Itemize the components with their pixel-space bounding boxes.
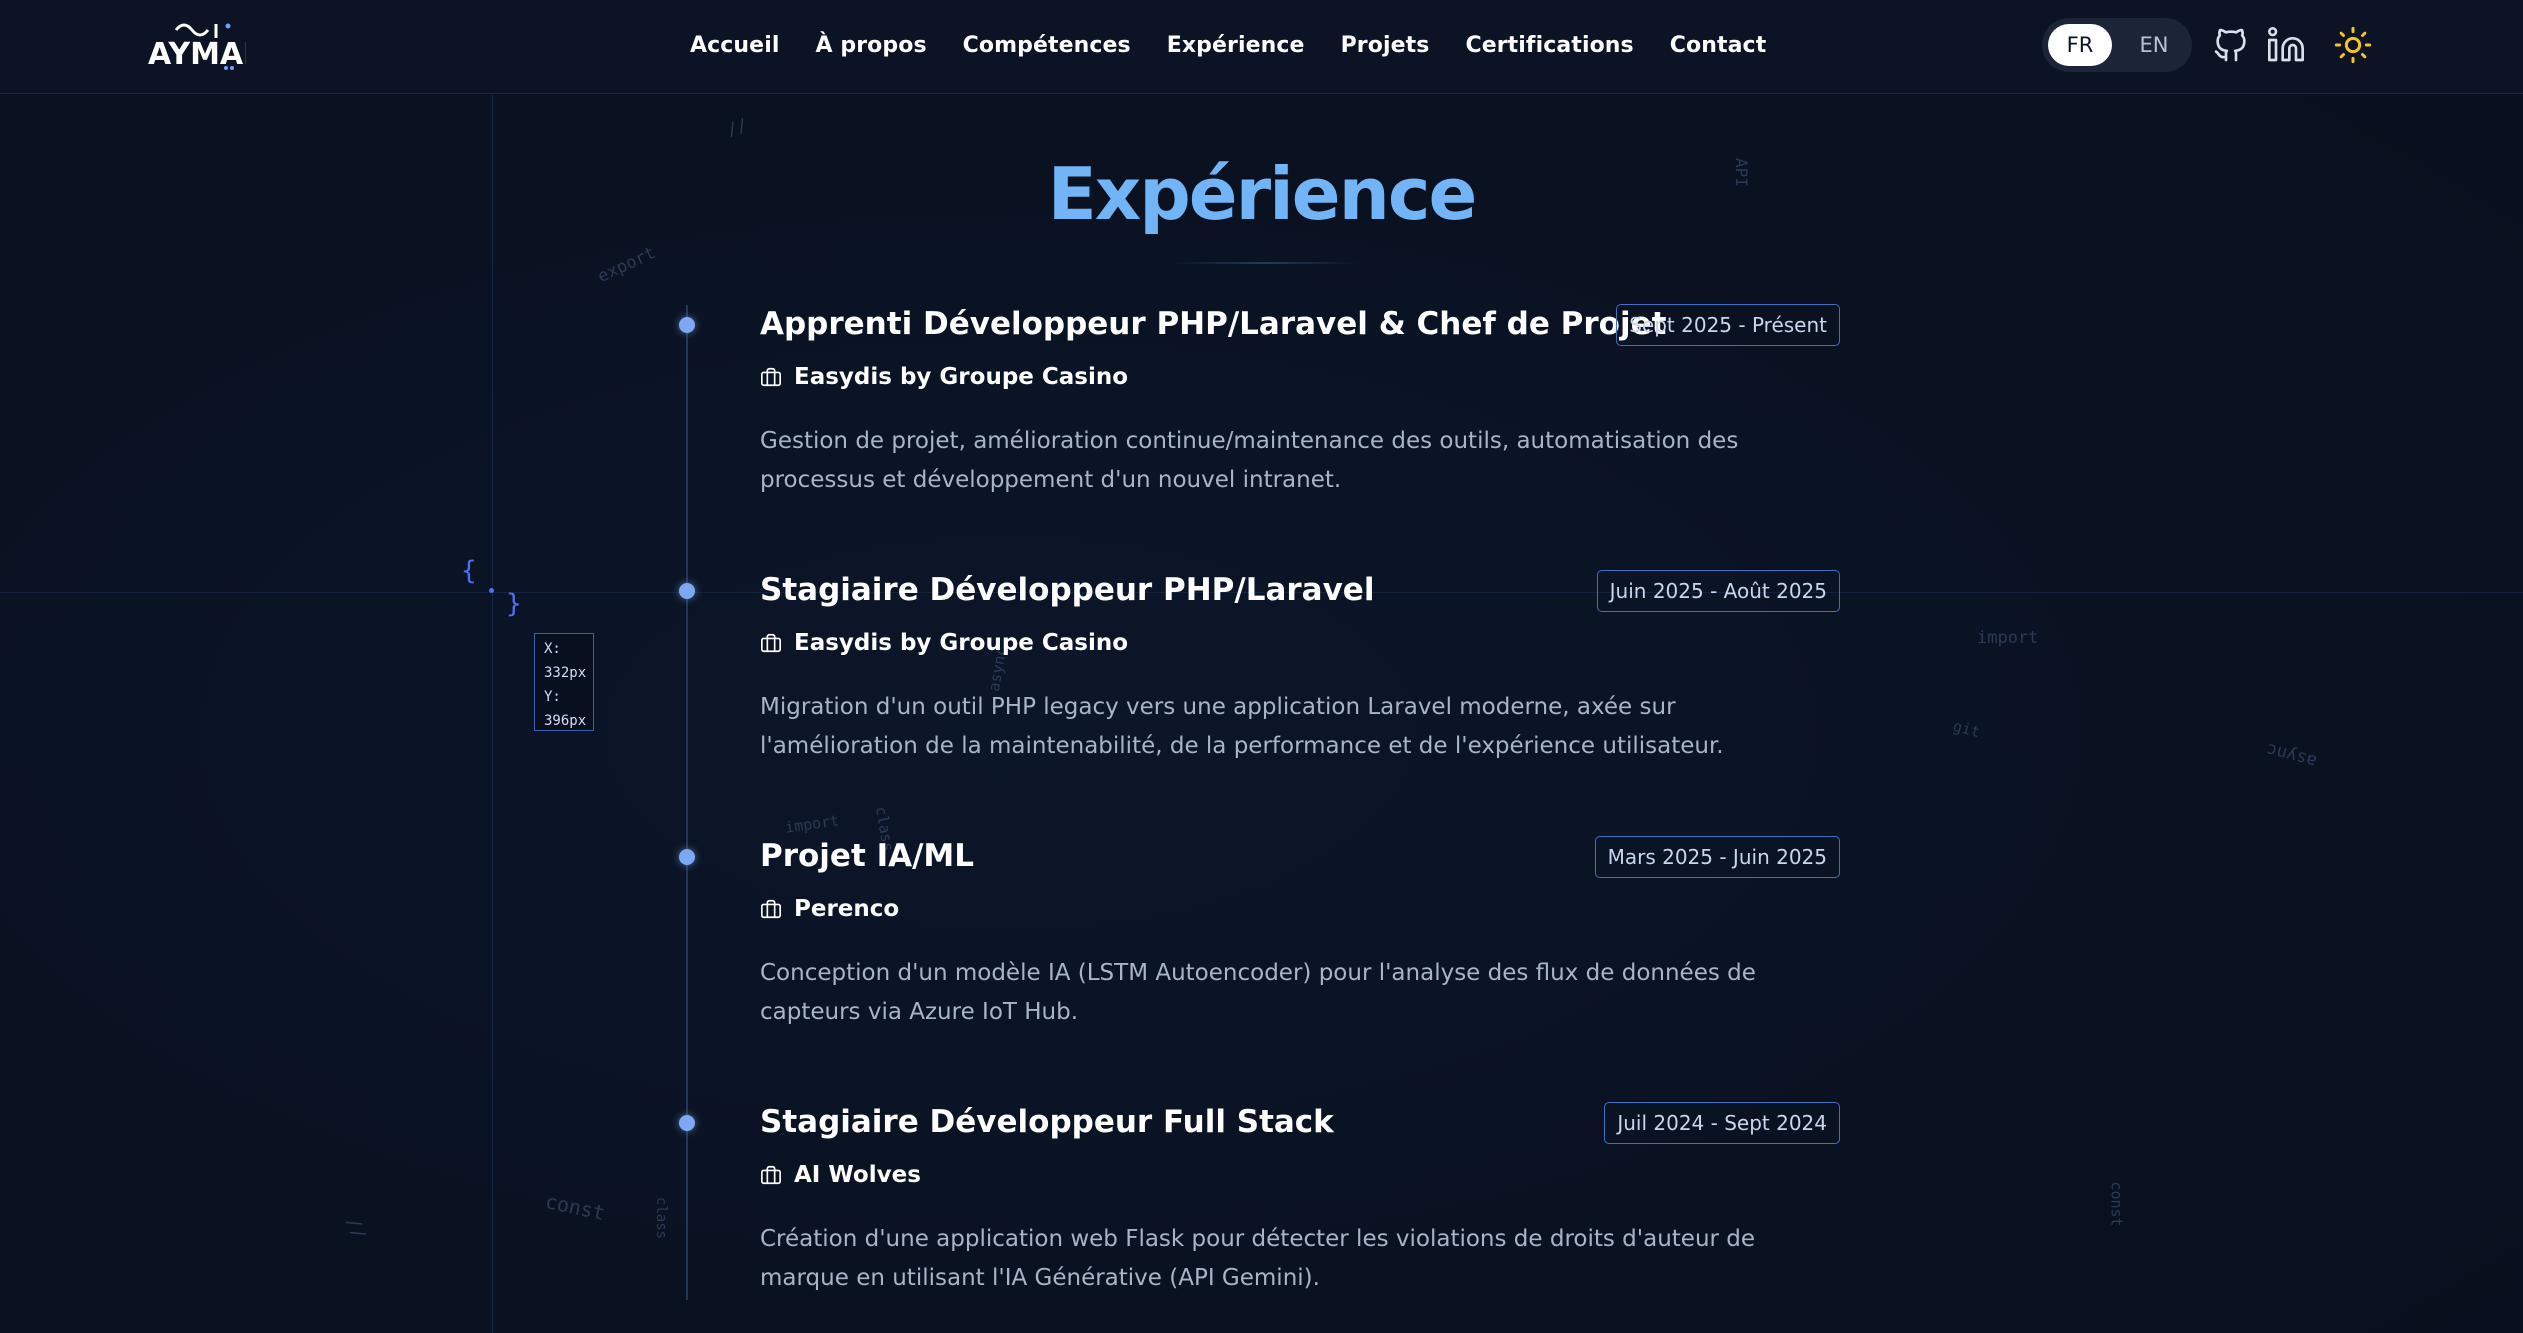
- experience-description: Création d'une application web Flask pou…: [760, 1226, 1756, 1291]
- timeline-dot: [679, 583, 695, 599]
- experience-date-badge: Juin 2025 - Août 2025: [1596, 570, 1840, 612]
- experience-description: Gestion de projet, amélioration continue…: [760, 428, 1739, 493]
- logo-icon: AYMAN: [148, 23, 268, 72]
- experience-title: Stagiaire Développeur Full Stack: [760, 1104, 1334, 1140]
- github-icon[interactable]: [2211, 25, 2251, 65]
- briefcase-icon: [761, 367, 781, 387]
- company-name: Easydis by Groupe Casino: [794, 630, 1129, 656]
- language-toggle: FR EN: [2042, 18, 2192, 72]
- bg-word-slashes-2: //: [342, 1214, 370, 1243]
- sun-icon[interactable]: [2333, 25, 2373, 65]
- bg-word-import: import: [1977, 628, 2039, 648]
- company-name: Perenco: [794, 896, 900, 922]
- company-name: Easydis by Groupe Casino: [794, 364, 1129, 390]
- lang-fr-button[interactable]: FR: [2048, 24, 2112, 66]
- experience-title: Stagiaire Développeur PHP/Laravel: [760, 572, 1375, 608]
- experience-title: Projet IA/ML: [760, 838, 975, 874]
- timeline-dot: [679, 317, 695, 333]
- section-title: Expérience: [1047, 152, 1478, 236]
- experience-description: Migration d'un outil PHP legacy vers une…: [760, 694, 1724, 759]
- bg-word-git: git: [1951, 716, 1982, 742]
- nav-competences[interactable]: Compétences: [963, 33, 1131, 58]
- crosshair-vertical-line: [492, 95, 493, 1333]
- experience-date-badge: Juil 2024 - Sept 2024: [1604, 1102, 1840, 1144]
- coord-y-value: 396px: [544, 713, 587, 729]
- experience-company: AI Wolves: [760, 1162, 921, 1188]
- bg-word-export: export: [594, 242, 659, 288]
- experience-title: Apprenti Développeur PHP/Laravel & Chef …: [760, 306, 1667, 342]
- linkedin-icon[interactable]: [2266, 25, 2306, 65]
- bg-word-import-2: import: [784, 811, 841, 837]
- company-name: AI Wolves: [794, 1162, 921, 1188]
- bg-word-const: const: [543, 1189, 608, 1225]
- experience-date-badge: Sept 2025 - Présent: [1616, 304, 1840, 346]
- brace-open: {: [461, 556, 477, 586]
- cursor-dot: [489, 588, 494, 593]
- experience-date-badge: Mars 2025 - Juin 2025: [1594, 836, 1840, 878]
- navbar: AYMAN Accueil À propos Compétences Expér…: [0, 0, 2523, 94]
- briefcase-icon: [761, 899, 781, 919]
- experience-company: Easydis by Groupe Casino: [760, 364, 1128, 390]
- briefcase-icon: [761, 633, 781, 653]
- timeline-dot: [679, 1115, 695, 1131]
- bg-word-async: async: [2264, 738, 2319, 772]
- nav-experience[interactable]: Expérience: [1167, 33, 1305, 58]
- bg-word-class-2: class: [653, 1196, 670, 1240]
- brace-close: }: [506, 589, 522, 619]
- page-root: export // API import git async import cl…: [0, 0, 2523, 1333]
- nav-projets[interactable]: Projets: [1341, 33, 1430, 58]
- briefcase-icon: [761, 1165, 781, 1185]
- experience-company: Easydis by Groupe Casino: [760, 630, 1128, 656]
- main-nav: Accueil À propos Compétences Expérience …: [690, 28, 1766, 62]
- cursor-coordinates-readout: X: 332px Y: 396px: [534, 633, 594, 731]
- bg-word-const-2: const: [2107, 1181, 2126, 1227]
- bg-word-slashes: //: [724, 115, 751, 141]
- nav-contact[interactable]: Contact: [1670, 33, 1767, 58]
- nav-certifications[interactable]: Certifications: [1465, 33, 1633, 58]
- nav-accueil[interactable]: Accueil: [690, 33, 779, 58]
- nav-a-propos[interactable]: À propos: [815, 33, 926, 58]
- coord-x-label: X:: [544, 641, 561, 657]
- lang-en-button[interactable]: EN: [2122, 24, 2186, 66]
- coord-x-value: 332px: [544, 665, 587, 681]
- timeline-dot: [679, 849, 695, 865]
- coord-y-label: Y:: [544, 689, 561, 705]
- title-underline: [1170, 262, 1360, 264]
- experience-company: Perenco: [760, 896, 899, 922]
- site-logo[interactable]: AYMAN: [146, 16, 268, 76]
- timeline-line: [686, 305, 688, 1300]
- experience-description: Conception d'un modèle IA (LSTM Autoenco…: [760, 960, 1756, 1025]
